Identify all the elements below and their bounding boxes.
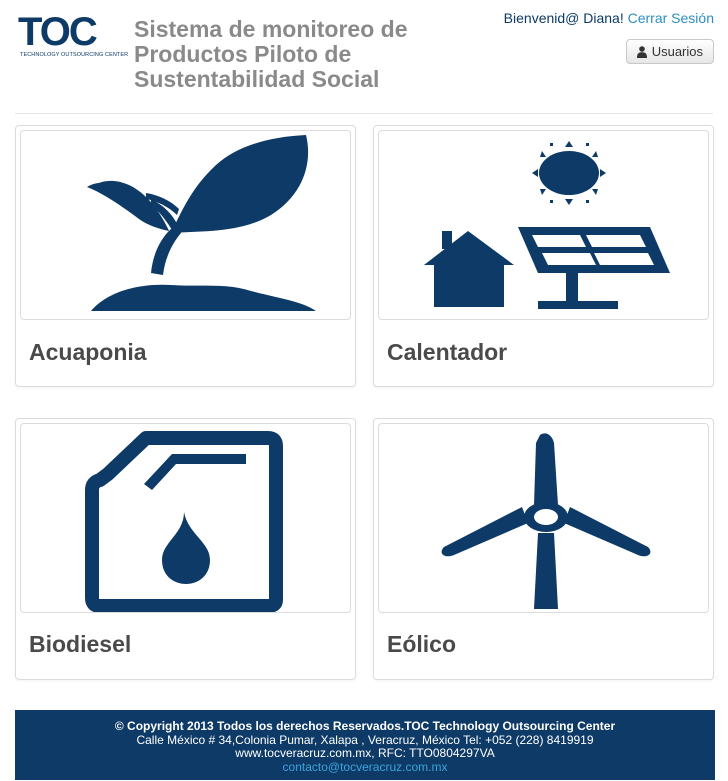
card-label: Acuaponia — [29, 339, 147, 365]
card-biodiesel[interactable]: Biodiesel — [15, 418, 356, 680]
card-label: Biodiesel — [29, 631, 132, 657]
logout-link[interactable]: Cerrar Sesión — [628, 10, 714, 26]
footer-address: Calle México # 34,Colonia Pumar, Xalapa … — [136, 732, 594, 747]
card-acuaponia[interactable]: Acuaponia — [15, 125, 356, 387]
users-button[interactable]: Usuarios — [625, 39, 714, 64]
header: TOC TECHNOLOGY OUTSOURCING CENTER Sistem… — [0, 0, 728, 115]
card-thumbnail — [20, 130, 351, 320]
page-title: Sistema de monitoreo de Productos Piloto… — [134, 16, 408, 92]
user-icon — [636, 45, 647, 58]
footer-copyright: © Copyright 2013 Todos los derechos Rese… — [114, 719, 616, 733]
footer-web-rfc: www.tocveracruz.com.mx, RFC: TTO0804297V… — [235, 746, 495, 760]
card-thumbnail — [20, 423, 351, 613]
card-label: Calentador — [387, 339, 508, 365]
card-eolico[interactable]: Eólico — [373, 418, 714, 680]
plant-icon — [86, 135, 316, 311]
footer: © Copyright 2013 Todos los derechos Rese… — [15, 710, 715, 780]
divider — [15, 113, 713, 114]
fuel-can-icon — [84, 431, 283, 612]
card-calentador[interactable]: Calentador — [373, 125, 714, 387]
card-label: Eólico — [387, 631, 457, 657]
footer-email-link[interactable]: contacto@tocveracruz.com.mx — [15, 760, 715, 775]
welcome-text: Bienvenid@ Diana! — [503, 10, 624, 26]
users-button-label: Usuarios — [651, 44, 703, 59]
card-thumbnail — [378, 130, 709, 320]
welcome-bar: Bienvenid@ Diana! Cerrar Sesión — [504, 10, 714, 26]
logo-subtitle: TECHNOLOGY OUTSOURCING CENTER — [20, 52, 129, 58]
solar-house-icon — [423, 141, 670, 309]
logo-text: TOC — [18, 10, 98, 54]
wind-turbine-icon — [441, 433, 650, 609]
toc-logo[interactable]: TOC TECHNOLOGY OUTSOURCING CENTER — [18, 10, 128, 62]
card-thumbnail — [378, 423, 709, 613]
